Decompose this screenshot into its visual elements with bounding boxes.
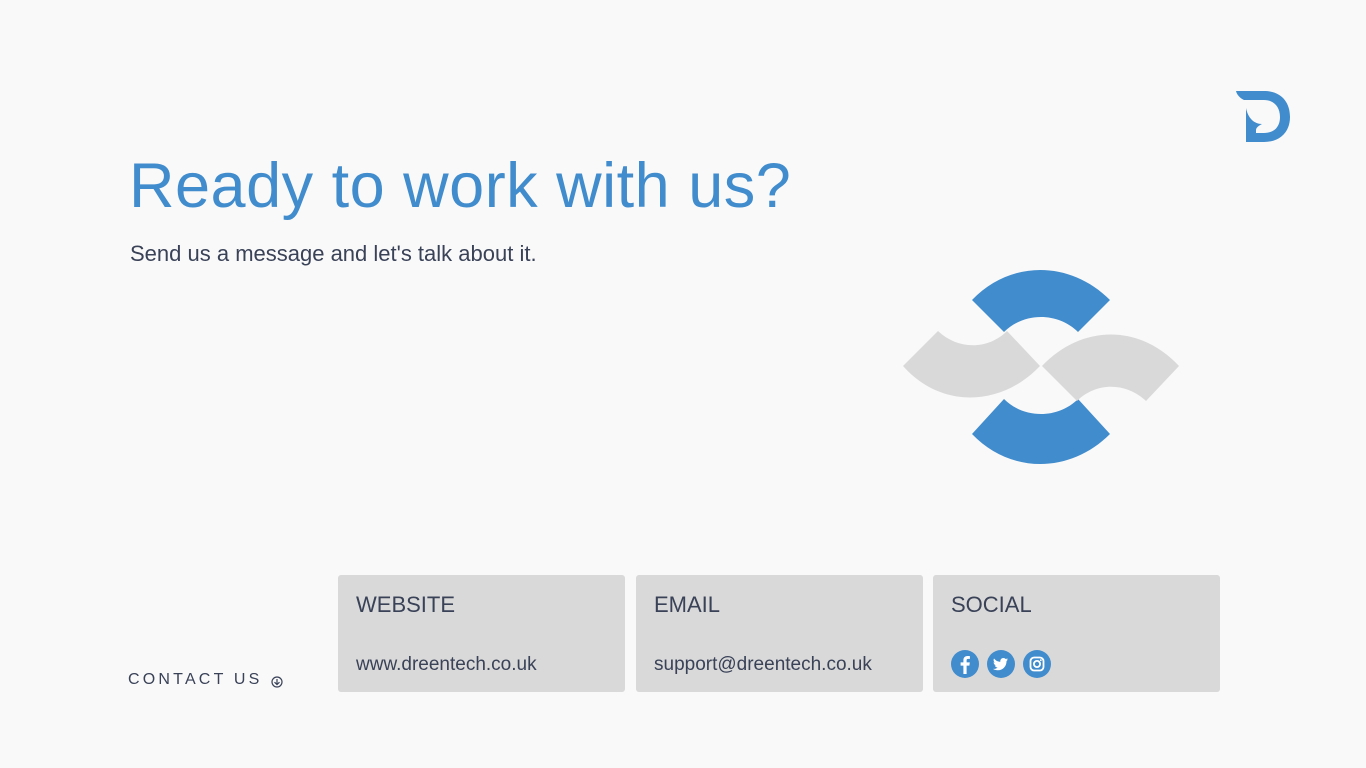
- right-gray-arc: [1042, 334, 1179, 401]
- instagram-icon[interactable]: [1023, 650, 1051, 678]
- email-card-title: EMAIL: [654, 592, 721, 617]
- d-letter-logo-icon: [1236, 91, 1290, 142]
- page-title: Ready to work with us?: [129, 151, 792, 221]
- page-subtitle: Send us a message and let's talk about i…: [130, 241, 537, 266]
- left-gray-arc: [903, 331, 1040, 398]
- website-link[interactable]: www.dreentech.co.uk: [356, 654, 537, 676]
- contact-us-text: CONTACT US: [128, 671, 263, 688]
- social-icons: [951, 650, 1051, 678]
- social-card-title: SOCIAL: [951, 592, 1032, 617]
- contact-slide: Ready to work with us? Send us a message…: [0, 0, 1366, 768]
- contact-us-label[interactable]: CONTACT US: [128, 671, 283, 689]
- email-link[interactable]: support@dreentech.co.uk: [654, 654, 872, 676]
- decorative-arcs-graphic: [903, 270, 1179, 464]
- arrow-down-circle-icon: [270, 675, 283, 688]
- top-blue-arc: [972, 270, 1110, 332]
- website-card: WEBSITE www.dreentech.co.uk: [338, 575, 625, 692]
- email-card: EMAIL support@dreentech.co.uk: [636, 575, 923, 692]
- facebook-icon[interactable]: [951, 650, 979, 678]
- twitter-icon[interactable]: [987, 650, 1015, 678]
- website-card-title: WEBSITE: [356, 592, 456, 617]
- bottom-blue-arc: [972, 399, 1110, 464]
- social-card: SOCIAL: [933, 575, 1220, 692]
